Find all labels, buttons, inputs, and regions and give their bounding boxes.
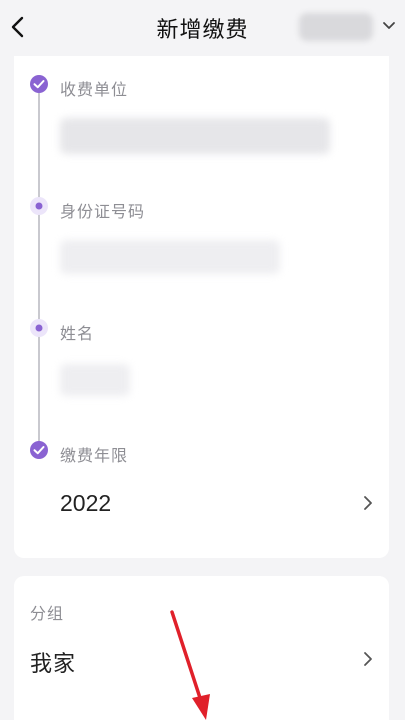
check-circle-icon [30,441,48,459]
step-label: 收费单位 [60,80,129,99]
step-label: 身份证号码 [60,202,146,221]
timeline-line [38,88,40,448]
dot-circle-icon [30,319,48,337]
account-name-redacted [299,13,373,41]
annotation-arrow-icon [170,610,210,720]
step-label: 姓名 [60,324,95,343]
chevron-right-icon [364,496,372,510]
charging-unit-field[interactable] [60,118,330,154]
account-switcher[interactable] [299,10,397,44]
dot-circle-icon [30,197,48,215]
app-screen: 新增缴费 收费单位 身份证号码 姓名 缴费年限 2022 分组 我家 [0,0,405,720]
chevron-right-icon [364,652,372,666]
group-value: 我家 [30,652,77,677]
payment-year-value: 2022 [60,490,112,516]
group-label: 分组 [30,604,65,623]
chevron-down-icon [383,22,395,29]
top-bar: 新增缴费 [0,0,405,56]
check-circle-icon [30,75,48,93]
id-number-field[interactable] [60,240,280,274]
step-label: 缴费年限 [60,446,129,465]
name-field[interactable] [60,364,130,396]
